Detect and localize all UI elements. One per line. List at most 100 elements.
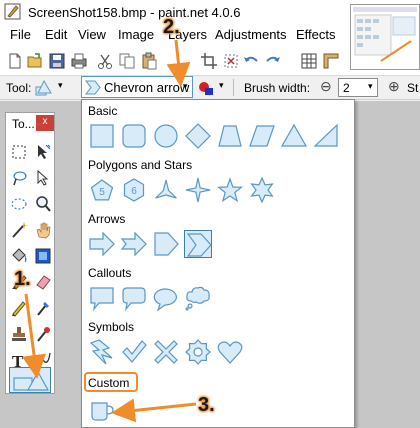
shapes-tool-button[interactable] [9,367,51,393]
cloud-callout-icon [185,286,210,311]
gradient-icon[interactable] [34,247,52,265]
x-shape-button[interactable] [152,338,180,366]
trapezoid-icon [218,125,242,147]
shapes-tool-icon[interactable] [34,79,54,97]
cup-shape-button[interactable] [88,396,116,424]
recolor-icon[interactable] [34,325,52,343]
eraser-icon[interactable] [34,273,52,291]
clone-stamp-icon[interactable] [10,325,28,343]
right-triangle-shape-button[interactable] [312,122,340,150]
cup-icon [91,402,114,421]
grid-icon[interactable] [300,52,318,70]
open-file-icon[interactable] [26,52,44,70]
oval-callout-icon [153,288,177,311]
rectangle-callout-shape-button[interactable] [88,284,116,312]
oval-callout-shape-button[interactable] [152,284,180,312]
pencil-icon[interactable] [10,299,28,317]
triangle-shape-button[interactable] [280,122,308,150]
menu-effects[interactable]: Effects [296,27,336,42]
ellipse-select-icon[interactable] [10,195,28,213]
new-image-icon[interactable] [6,52,24,70]
pan-icon[interactable] [34,221,52,239]
cloud-callout-shape-button[interactable] [184,284,212,312]
lightning-shape-button[interactable] [88,338,116,366]
paste-icon[interactable] [140,52,158,70]
diamond-shape-button[interactable] [184,122,212,150]
annotation-number-1: 1. [14,268,31,290]
menu-image[interactable]: Image [118,27,154,42]
deselect-icon[interactable] [222,52,240,70]
copy-icon[interactable] [118,52,136,70]
tools-panel: To... x T [5,112,55,394]
section-symbols-label: Symbols [88,320,135,334]
menu-view[interactable]: View [78,27,106,42]
shape-type-value: Chevron arrow [104,80,190,95]
ellipse-shape-button[interactable] [152,122,180,150]
pentagon-arrow-icon [154,232,179,256]
four-point-star-shape-button[interactable] [184,176,212,204]
brush-width-decrease-button[interactable]: ⊖ [320,78,332,95]
tool-dropdown-arrow-icon[interactable]: ▾ [58,80,63,91]
heart-shape-button[interactable] [216,338,244,366]
notched-arrow-shape-button[interactable] [120,230,148,258]
pentagon-shape-button[interactable]: 5 [88,176,116,204]
rounded-callout-shape-button[interactable] [120,284,148,312]
brush-width-increase-button[interactable]: ⊕ [388,78,400,95]
print-icon[interactable] [70,52,88,70]
crop-icon[interactable] [200,52,218,70]
cut-icon[interactable] [96,52,114,70]
brush-width-field[interactable]: 2 ▾ [338,78,378,97]
fill-mode-icon[interactable] [198,80,214,96]
save-icon[interactable] [48,52,66,70]
five-point-star-shape-button[interactable] [216,176,244,204]
toolbar-separator [233,79,234,96]
rounded-rectangle-shape-button[interactable] [120,122,148,150]
annotation-number-3: 3. [198,394,215,416]
gear-icon [185,339,211,365]
magic-wand-icon[interactable] [10,221,28,239]
parallelogram-shape-button[interactable] [248,122,276,150]
paint-bucket-icon[interactable] [10,247,28,265]
trapezoid-shape-button[interactable] [216,122,244,150]
hexagon-shape-button[interactable]: 6 [120,176,148,204]
rectangle-shape-button[interactable] [88,122,116,150]
lasso-select-icon[interactable] [10,169,28,187]
redo-icon[interactable] [264,52,282,70]
move-selected-icon[interactable] [34,143,52,161]
menu-file[interactable]: File [10,27,31,42]
thumbnail-preview-image [351,5,419,69]
five-point-star-icon [217,177,243,203]
rectangle-select-icon[interactable] [10,143,28,161]
move-selection-icon[interactable] [34,169,52,187]
brush-width-label: Brush width: [244,81,311,95]
arrow-shape-button[interactable] [88,230,116,258]
ruler-icon[interactable] [322,52,340,70]
paintdotnet-app-icon [4,3,21,20]
chevron-arrow-shape-button[interactable] [184,230,212,258]
three-point-star-shape-button[interactable] [152,176,180,204]
pentagon-arrow-shape-button[interactable] [152,230,180,258]
shape-type-menu: Basic Polygons and Stars 5 6 Arrows Callo… [81,99,355,428]
rounded-callout-icon [122,287,146,311]
svg-text:6: 6 [131,186,137,197]
checkmark-icon [122,340,147,363]
image-thumbnail[interactable] [350,4,420,70]
menu-adjustments[interactable]: Adjustments [215,27,287,42]
six-point-star-icon [250,177,274,203]
shape-type-dropdown[interactable]: Chevron arrow ▾ [81,76,193,98]
dropdown-arrow-icon: ▾ [183,81,188,91]
window-title: ScreenShot158.bmp - paint.net 4.0.6 [28,5,241,20]
menu-edit[interactable]: Edit [45,27,67,42]
section-basic-label: Basic [88,104,118,118]
checkmark-shape-button[interactable] [120,338,148,366]
gear-shape-button[interactable] [184,338,212,366]
tools-panel-close-button[interactable]: x [36,115,54,131]
six-point-star-shape-button[interactable] [248,176,276,204]
brush-width-dropdown-arrow-icon[interactable]: ▾ [368,81,373,92]
color-picker-icon[interactable] [34,299,52,317]
notched-arrow-icon [121,231,147,257]
chevron-arrow-icon [85,80,101,95]
fill-dropdown-arrow-icon[interactable]: ▾ [219,80,224,91]
zoom-icon[interactable] [34,195,52,213]
undo-icon[interactable] [242,52,260,70]
